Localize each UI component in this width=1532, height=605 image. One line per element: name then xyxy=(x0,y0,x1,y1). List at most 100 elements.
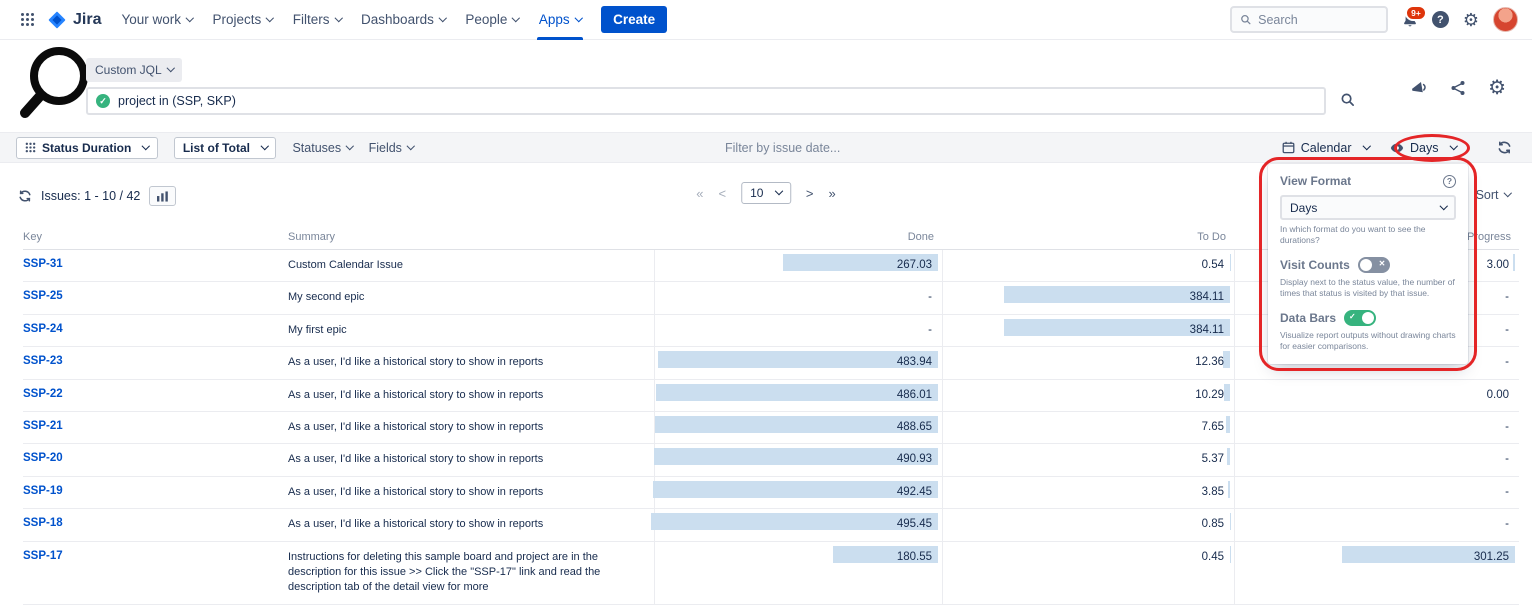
issue-summary: As a user, I'd like a historical story t… xyxy=(288,477,654,508)
duration-value: 301.25 xyxy=(1474,551,1511,563)
data-bar xyxy=(1513,254,1515,271)
query-header: Custom JQL ✓ project in (SSP, SKP) ⚙ xyxy=(0,40,1532,132)
nav-item-people[interactable]: People xyxy=(455,0,529,40)
query-mode-dropdown[interactable]: Custom JQL xyxy=(86,58,182,82)
format-select[interactable]: Days xyxy=(1280,195,1456,220)
duration-cell: - xyxy=(654,282,942,313)
duration-value: 0.54 xyxy=(1202,259,1226,271)
duration-value: 492.45 xyxy=(897,486,934,498)
view-format-dropdown[interactable]: Days xyxy=(1390,141,1456,155)
issue-key-link[interactable]: SSP-23 xyxy=(23,347,288,378)
announcement-button[interactable] xyxy=(1410,80,1428,96)
nav-item-projects[interactable]: Projects xyxy=(203,0,283,40)
duration-cell: 492.45 xyxy=(654,477,942,508)
visit-counts-toggle[interactable]: ✕ xyxy=(1358,257,1390,273)
duration-value: 488.65 xyxy=(897,421,934,433)
calendar-icon xyxy=(1282,141,1295,154)
jira-logo[interactable]: Jira xyxy=(41,10,111,30)
duration-cell: - xyxy=(1234,477,1519,508)
global-search[interactable] xyxy=(1230,6,1388,33)
refresh-results-button[interactable] xyxy=(18,189,32,203)
issue-key-link[interactable]: SSP-18 xyxy=(23,509,288,540)
chevron-down-icon xyxy=(512,14,520,22)
statuses-dropdown[interactable]: Statuses xyxy=(292,141,352,155)
nav-item-apps[interactable]: Apps xyxy=(529,0,591,40)
next-page-button[interactable]: > xyxy=(806,186,814,201)
toggle-on-check-icon: ✓ xyxy=(1349,312,1356,321)
report-type-button[interactable]: Status Duration xyxy=(16,137,158,159)
jira-mark-icon xyxy=(47,10,67,30)
visit-counts-help-text: Display next to the status value, the nu… xyxy=(1280,277,1456,299)
grid-dots-icon xyxy=(20,12,35,27)
duration-cell: 7.65 xyxy=(942,412,1234,443)
chevron-down-icon xyxy=(575,14,583,22)
help-button[interactable]: ? xyxy=(1432,11,1449,28)
data-bar xyxy=(1227,448,1230,465)
duration-value: 3.00 xyxy=(1487,259,1511,271)
duration-cell: 12.36 xyxy=(942,347,1234,378)
data-bar xyxy=(656,384,938,401)
issue-key-link[interactable]: SSP-25 xyxy=(23,282,288,313)
run-query-button[interactable] xyxy=(1340,92,1355,107)
jql-input[interactable]: ✓ project in (SSP, SKP) xyxy=(86,87,1326,115)
refresh-icon xyxy=(18,189,32,203)
last-page-button[interactable]: » xyxy=(829,186,836,201)
prev-page-button[interactable]: < xyxy=(718,186,726,201)
nav-item-filters[interactable]: Filters xyxy=(283,0,351,40)
nav-item-dashboards[interactable]: Dashboards xyxy=(351,0,455,40)
issue-key-link[interactable]: SSP-22 xyxy=(23,380,288,411)
duration-value: - xyxy=(928,291,934,303)
issue-key-link[interactable]: SSP-31 xyxy=(23,250,288,281)
nav-item-label: People xyxy=(465,12,507,27)
search-icon xyxy=(1340,92,1355,107)
issue-key-link[interactable]: SSP-19 xyxy=(23,477,288,508)
data-bars-help-text: Visualize report outputs without drawing… xyxy=(1280,330,1456,352)
chevron-down-icon xyxy=(186,14,194,22)
search-input[interactable] xyxy=(1258,13,1378,27)
notification-badge: 9+ xyxy=(1405,5,1427,22)
top-navigation: Jira Your workProjectsFiltersDashboards P… xyxy=(0,0,1532,40)
duration-value: - xyxy=(1505,421,1511,433)
issue-key-link[interactable]: SSP-17 xyxy=(23,542,288,604)
calendar-dropdown[interactable]: Calendar xyxy=(1282,141,1369,155)
report-settings-gear-icon[interactable]: ⚙ xyxy=(1488,78,1506,98)
duration-cell: - xyxy=(654,315,942,346)
settings-gear-icon[interactable]: ⚙ xyxy=(1463,11,1479,29)
grid-dots-icon xyxy=(25,142,36,153)
issue-date-filter[interactable]: Filter by issue date... xyxy=(725,141,840,155)
panel-help-icon[interactable]: ? xyxy=(1443,175,1456,188)
first-page-button[interactable]: « xyxy=(696,186,703,201)
sort-dropdown[interactable]: Sort xyxy=(1476,188,1510,202)
chart-view-button[interactable] xyxy=(149,186,176,206)
chevron-down-icon xyxy=(775,187,783,195)
pagination: « < 10 > » xyxy=(696,182,836,204)
view-format-panel: View Format ? Days In which format do yo… xyxy=(1268,164,1468,364)
list-mode-button[interactable]: List of Total xyxy=(174,137,277,159)
chevron-down-icon xyxy=(407,142,415,150)
page-size-select[interactable]: 10 xyxy=(741,182,791,204)
issue-summary: My first epic xyxy=(288,315,654,346)
chevron-down-icon xyxy=(266,14,274,22)
data-bars-toggle[interactable]: ✓ xyxy=(1344,310,1376,326)
duration-cell: 10.29 xyxy=(942,380,1234,411)
issue-key-link[interactable]: SSP-24 xyxy=(23,315,288,346)
issue-key-link[interactable]: SSP-21 xyxy=(23,412,288,443)
nav-item-your-work[interactable]: Your work xyxy=(111,0,202,40)
data-bar xyxy=(651,513,938,530)
fields-dropdown[interactable]: Fields xyxy=(369,141,414,155)
page-size-value: 10 xyxy=(750,186,763,200)
share-button[interactable] xyxy=(1450,80,1466,96)
issue-summary: As a user, I'd like a historical story t… xyxy=(288,347,654,378)
duration-cell: 384.11 xyxy=(942,315,1234,346)
notifications-button[interactable]: 9+ xyxy=(1402,12,1418,28)
column-header: Done xyxy=(654,226,942,249)
create-button[interactable]: Create xyxy=(601,6,667,33)
user-avatar[interactable] xyxy=(1493,7,1518,32)
table-row: SSP-18As a user, I'd like a historical s… xyxy=(23,509,1519,541)
column-header: Key xyxy=(23,226,288,249)
app-switcher-icon[interactable] xyxy=(14,12,41,27)
switch-report-button[interactable] xyxy=(1497,140,1512,155)
sort-label: Sort xyxy=(1476,188,1499,202)
chevron-down-icon xyxy=(142,142,150,150)
issue-key-link[interactable]: SSP-20 xyxy=(23,444,288,475)
